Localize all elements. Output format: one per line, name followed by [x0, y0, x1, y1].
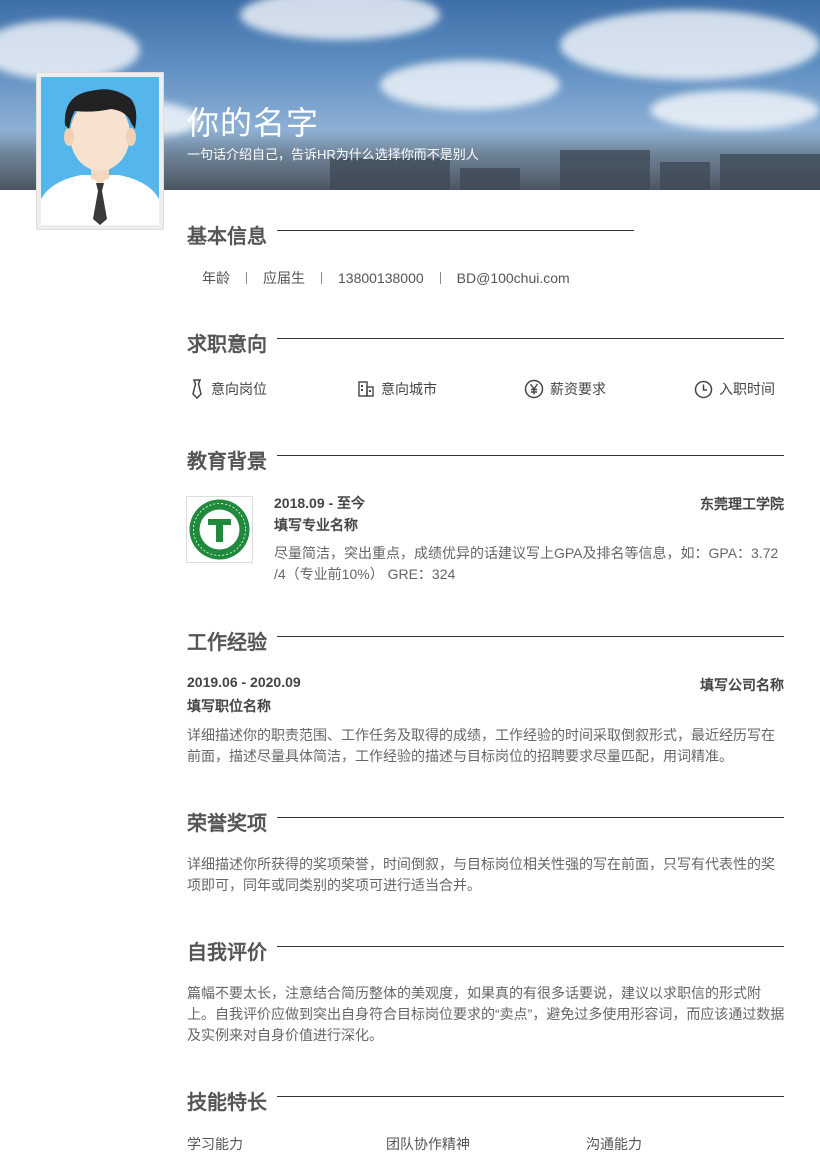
education-description: 尽量简洁，突出重点，成绩优异的话建议写上GPA及排名等信息，如：GPA：3.72… — [274, 545, 779, 582]
intent-city-label: 意向城市 — [381, 381, 437, 397]
clock-icon — [694, 380, 713, 398]
education-school: 东莞理工学院 — [700, 496, 784, 512]
divider — [246, 272, 247, 284]
intent-position: 意向岗位 — [189, 379, 267, 399]
intent-salary: 薪资要求 — [524, 379, 606, 399]
info-phone: 13800138000 — [338, 270, 424, 286]
section-divider — [277, 455, 784, 456]
intent-position-label: 意向岗位 — [211, 381, 267, 397]
school-logo — [186, 496, 253, 563]
work-period: 2019.06 - 2020.09 — [187, 674, 301, 690]
section-title-work: 工作经验 — [187, 632, 267, 654]
education-period: 2018.09 - 至今 — [274, 495, 366, 511]
avatar — [36, 72, 164, 230]
work-company: 填写公司名称 — [700, 677, 784, 693]
info-age: 年龄 — [202, 270, 230, 286]
skill-item: 学习能力 — [187, 1136, 243, 1152]
cloud — [380, 60, 560, 110]
yen-icon — [524, 379, 544, 399]
divider — [321, 272, 322, 284]
candidate-tagline: 一句话介绍自己，告诉HR为什么选择你而不是别人 — [187, 147, 479, 162]
section-divider — [277, 817, 784, 818]
school-emblem-icon — [189, 499, 250, 560]
cloud — [560, 10, 820, 80]
intent-start-date: 入职时间 — [694, 379, 775, 399]
work-description: 详细描述你的职责范围、工作任务及取得的成绩，工作经验的时间采取倒叙形式，最近经历… — [187, 727, 775, 764]
honors-description: 详细描述你所获得的奖项荣誉，时间倒叙，与目标岗位相关性强的写在前面，只写有代表性… — [187, 856, 775, 893]
section-title-education: 教育背景 — [187, 451, 267, 473]
cloud — [0, 20, 140, 80]
info-email: BD@100chui.com — [456, 270, 570, 286]
info-status: 应届生 — [263, 270, 305, 286]
tie-icon — [192, 379, 202, 399]
intent-salary-label: 薪资要求 — [550, 381, 606, 397]
cloud — [650, 90, 820, 130]
section-title-skills: 技能特长 — [187, 1092, 267, 1114]
candidate-name: 你的名字 — [187, 105, 320, 141]
skill-item: 沟通能力 — [586, 1136, 642, 1152]
skill-item: 团队协作精神 — [386, 1136, 470, 1152]
section-divider — [277, 636, 784, 637]
section-title-self-eval: 自我评价 — [187, 942, 267, 964]
section-divider — [277, 1096, 784, 1097]
person-icon — [41, 89, 159, 225]
intent-start-date-label: 入职时间 — [719, 381, 775, 397]
section-divider — [277, 946, 784, 947]
building-icon — [358, 381, 374, 397]
section-title-honors: 荣誉奖项 — [187, 813, 267, 835]
basic-info-row: 年龄 应届生 13800138000 BD@100chui.com — [202, 268, 570, 288]
section-divider — [277, 338, 784, 339]
section-title-job-intent: 求职意向 — [187, 334, 267, 356]
cloud — [240, 0, 440, 40]
section-title-basic-info: 基本信息 — [187, 226, 267, 248]
education-major: 填写专业名称 — [274, 517, 358, 533]
work-position: 填写职位名称 — [187, 698, 271, 714]
self-eval-description: 篇幅不要太长，注意结合简历整体的美观度，如果真的有很多话要说，建议以求职信的形式… — [187, 985, 785, 1043]
intent-city: 意向城市 — [357, 379, 437, 399]
section-divider — [277, 230, 634, 231]
avatar-photo — [41, 77, 159, 225]
divider — [439, 272, 441, 284]
